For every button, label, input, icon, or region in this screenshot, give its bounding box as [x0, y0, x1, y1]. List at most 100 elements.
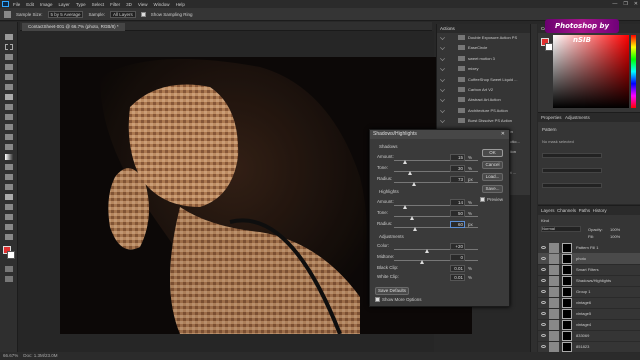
- color-picker-field[interactable]: [553, 35, 629, 108]
- brush-tool-icon[interactable]: [5, 114, 13, 120]
- highlights-amount-knob[interactable]: [403, 205, 407, 209]
- highlights-radius-slider[interactable]: [394, 227, 478, 228]
- tab-paths[interactable]: Paths: [579, 208, 591, 213]
- checkmark-icon[interactable]: [440, 45, 445, 51]
- load-button[interactable]: Load...: [482, 173, 503, 181]
- properties-field-2[interactable]: [542, 168, 602, 173]
- layer-mask-thumbnail[interactable]: [562, 276, 572, 286]
- frame-tool-icon[interactable]: [5, 84, 13, 90]
- menu-view[interactable]: View: [138, 2, 148, 7]
- layer-mask-thumbnail[interactable]: [562, 243, 572, 253]
- shadows-tone-value[interactable]: 30: [450, 165, 465, 172]
- blend-mode-select[interactable]: Normal: [541, 226, 581, 232]
- maximize-icon[interactable]: ❐: [623, 1, 627, 7]
- pen-tool-icon[interactable]: [5, 184, 13, 190]
- checkmark-icon[interactable]: [440, 66, 445, 72]
- white-clip-value[interactable]: 0.01: [450, 274, 465, 281]
- dodge-tool-icon[interactable]: [5, 174, 13, 180]
- visibility-eye-icon[interactable]: [541, 268, 546, 271]
- crop-tool-icon[interactable]: [5, 74, 13, 80]
- sample-select[interactable]: All Layers: [109, 10, 136, 18]
- cancel-button[interactable]: Cancel: [482, 161, 503, 169]
- preview-toggle[interactable]: Preview: [480, 197, 503, 202]
- action-item[interactable]: Architecture PS Action: [437, 107, 531, 114]
- adjust-color-value[interactable]: +20: [450, 243, 465, 250]
- action-item[interactable]: mixey: [437, 65, 531, 72]
- menu-image[interactable]: Image: [40, 2, 53, 7]
- highlights-amount-value[interactable]: 14: [450, 199, 465, 206]
- tab-channels[interactable]: Channels: [557, 208, 576, 213]
- preview-checkbox[interactable]: [480, 197, 485, 202]
- tab-properties[interactable]: Properties: [541, 115, 562, 120]
- properties-field-1[interactable]: [542, 153, 602, 158]
- dialog-titlebar[interactable]: Shadows/Highlights ✕: [370, 130, 509, 139]
- highlights-radius-value[interactable]: 60: [450, 221, 465, 228]
- gradient-tool-icon[interactable]: [5, 154, 13, 160]
- menu-3d[interactable]: 3D: [126, 2, 132, 7]
- layer-mask-thumbnail[interactable]: [562, 254, 572, 264]
- checkmark-icon[interactable]: [440, 97, 445, 103]
- layer-mask-thumbnail[interactable]: [562, 298, 572, 308]
- save-button[interactable]: Save...: [482, 185, 503, 193]
- visibility-eye-icon[interactable]: [541, 290, 546, 293]
- layer-kind-filter[interactable]: Kind: [541, 218, 549, 223]
- action-item[interactable]: Burst Dissolve PS Action: [437, 117, 531, 124]
- visibility-eye-icon[interactable]: [541, 334, 546, 337]
- adjust-color-knob[interactable]: [425, 249, 429, 253]
- type-tool-icon[interactable]: [5, 194, 13, 200]
- checkmark-icon[interactable]: [440, 107, 445, 113]
- show-more-options-toggle[interactable]: Show More Options: [375, 297, 422, 302]
- layer-row[interactable]: 851823: [538, 341, 640, 353]
- clone-stamp-icon[interactable]: [5, 124, 13, 130]
- highlights-radius-knob[interactable]: [413, 227, 417, 231]
- shadows-amount-value[interactable]: 15: [450, 154, 465, 161]
- shadows-tone-knob[interactable]: [408, 171, 412, 175]
- eraser-tool-icon[interactable]: [5, 144, 13, 150]
- healing-brush-icon[interactable]: [5, 104, 13, 110]
- zoom-readout[interactable]: 66.67%: [3, 353, 18, 358]
- minimize-icon[interactable]: —: [612, 1, 617, 7]
- action-item[interactable]: sweet motion 3: [437, 55, 531, 62]
- visibility-eye-icon[interactable]: [541, 246, 546, 249]
- dialog-close-icon[interactable]: ✕: [501, 130, 505, 139]
- layer-mask-thumbnail[interactable]: [562, 309, 572, 319]
- menu-help[interactable]: Help: [176, 2, 185, 7]
- shape-tool-icon[interactable]: [5, 214, 13, 220]
- opacity-value[interactable]: 100%: [610, 227, 620, 232]
- history-brush-icon[interactable]: [5, 134, 13, 140]
- highlights-tone-value[interactable]: 50: [450, 210, 465, 217]
- properties-field-3[interactable]: [542, 183, 602, 188]
- adjust-midtone-knob[interactable]: [420, 260, 424, 264]
- lasso-tool-icon[interactable]: [5, 54, 13, 60]
- action-item[interactable]: CoffeeShop Sweet Liquid ...: [437, 76, 531, 83]
- zoom-tool-icon[interactable]: [5, 234, 13, 240]
- checkmark-icon[interactable]: [440, 118, 445, 124]
- path-select-icon[interactable]: [5, 204, 13, 210]
- menu-filter[interactable]: Filter: [110, 2, 120, 7]
- hue-slider[interactable]: [631, 35, 636, 108]
- action-item[interactable]: EaseCircle: [437, 44, 531, 51]
- background-color-swatch[interactable]: [7, 251, 15, 259]
- shadows-radius-slider[interactable]: [394, 182, 478, 183]
- sample-size-select[interactable]: 5 by 5 Average: [47, 10, 84, 18]
- visibility-eye-icon[interactable]: [541, 279, 546, 282]
- layer-mask-thumbnail[interactable]: [562, 320, 572, 330]
- fill-value[interactable]: 100%: [610, 234, 620, 239]
- eyedropper-tool-icon[interactable]: [4, 10, 11, 18]
- checkmark-icon[interactable]: [440, 76, 445, 82]
- visibility-eye-icon[interactable]: [541, 323, 546, 326]
- move-tool-icon[interactable]: [5, 34, 13, 40]
- show-more-checkbox[interactable]: [375, 297, 380, 302]
- action-item[interactable]: Abstract Art Action: [437, 96, 531, 103]
- visibility-eye-icon[interactable]: [541, 312, 546, 315]
- action-item[interactable]: Double Exposure Action PS: [437, 34, 531, 41]
- save-defaults-button[interactable]: Save Defaults: [375, 287, 409, 295]
- layer-mask-thumbnail[interactable]: [562, 342, 572, 352]
- quick-mask-icon[interactable]: [5, 266, 13, 272]
- menu-type[interactable]: Type: [76, 2, 86, 7]
- marquee-tool-icon[interactable]: [5, 44, 13, 50]
- visibility-eye-icon[interactable]: [541, 301, 546, 304]
- highlights-tone-knob[interactable]: [410, 216, 414, 220]
- shadows-radius-knob[interactable]: [412, 182, 416, 186]
- adjust-midtone-value[interactable]: 0: [450, 254, 465, 261]
